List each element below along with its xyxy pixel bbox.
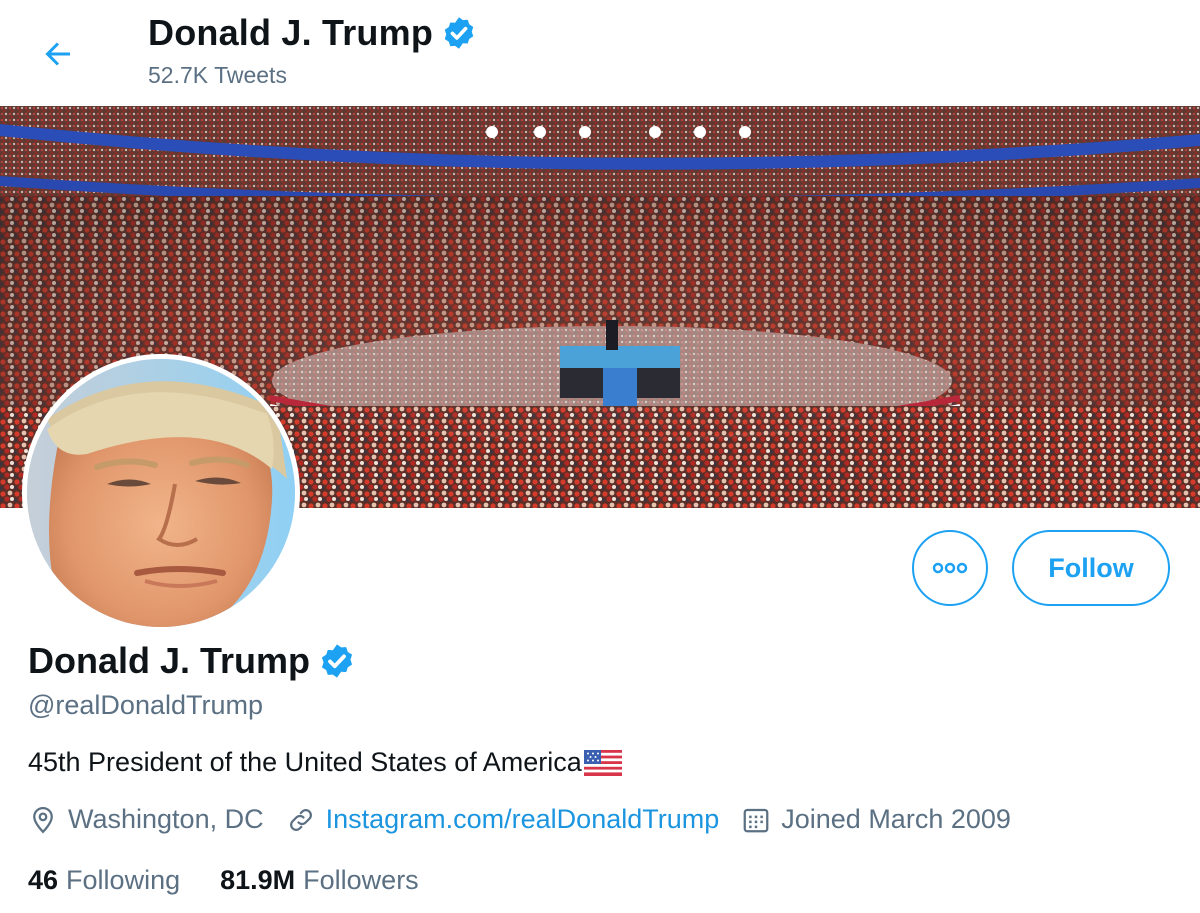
calendar-icon (743, 808, 769, 832)
profile-name: Donald J. Trump (28, 640, 356, 682)
location-text: Washington, DC (68, 804, 264, 834)
more-button[interactable] (912, 530, 988, 606)
profile-meta: Washington, DC Instagram.com/realDonaldT… (28, 804, 1033, 835)
location-pin-icon (33, 806, 53, 833)
followers-link[interactable]: 81.9M Followers (220, 865, 419, 896)
following-label: Following (66, 865, 181, 895)
profile-name-text: Donald J. Trump (28, 640, 311, 681)
joined-text: Joined March 2009 (781, 804, 1011, 834)
follow-button[interactable]: Follow (1012, 530, 1170, 606)
link-icon (289, 808, 312, 831)
back-button[interactable] (36, 32, 80, 76)
profile-handle: @realDonaldTrump (28, 690, 263, 720)
verified-badge-icon (321, 644, 353, 678)
top-bar: Donald J. Trump 52.7K Tweets (0, 0, 1200, 106)
header-title-text: Donald J. Trump (148, 12, 434, 53)
following-count: 46 (28, 865, 59, 895)
profile-avatar[interactable] (22, 354, 300, 632)
followers-count: 81.9M (220, 865, 296, 895)
verified-badge-icon (444, 17, 474, 49)
arrow-left-icon (45, 42, 70, 66)
tweet-count: 52.7K Tweets (148, 62, 287, 88)
header-title: Donald J. Trump (148, 12, 477, 54)
profile-bio: 45th President of the United States of A… (28, 747, 622, 778)
avatar-photo (27, 359, 295, 627)
profile-stats: 46 Following 81.9M Followers (28, 865, 459, 896)
joined-item: Joined March 2009 (741, 804, 1011, 835)
followers-label: Followers (303, 865, 419, 895)
bio-text: 45th President of the United States of A… (28, 747, 582, 777)
following-link[interactable]: 46 Following (28, 865, 180, 896)
us-flag-icon (583, 749, 622, 776)
website-item[interactable]: Instagram.com/realDonaldTrump (286, 804, 720, 835)
website-link[interactable]: Instagram.com/realDonaldTrump (326, 804, 720, 835)
more-horizontal-icon (932, 562, 968, 574)
location-item: Washington, DC (28, 804, 264, 835)
